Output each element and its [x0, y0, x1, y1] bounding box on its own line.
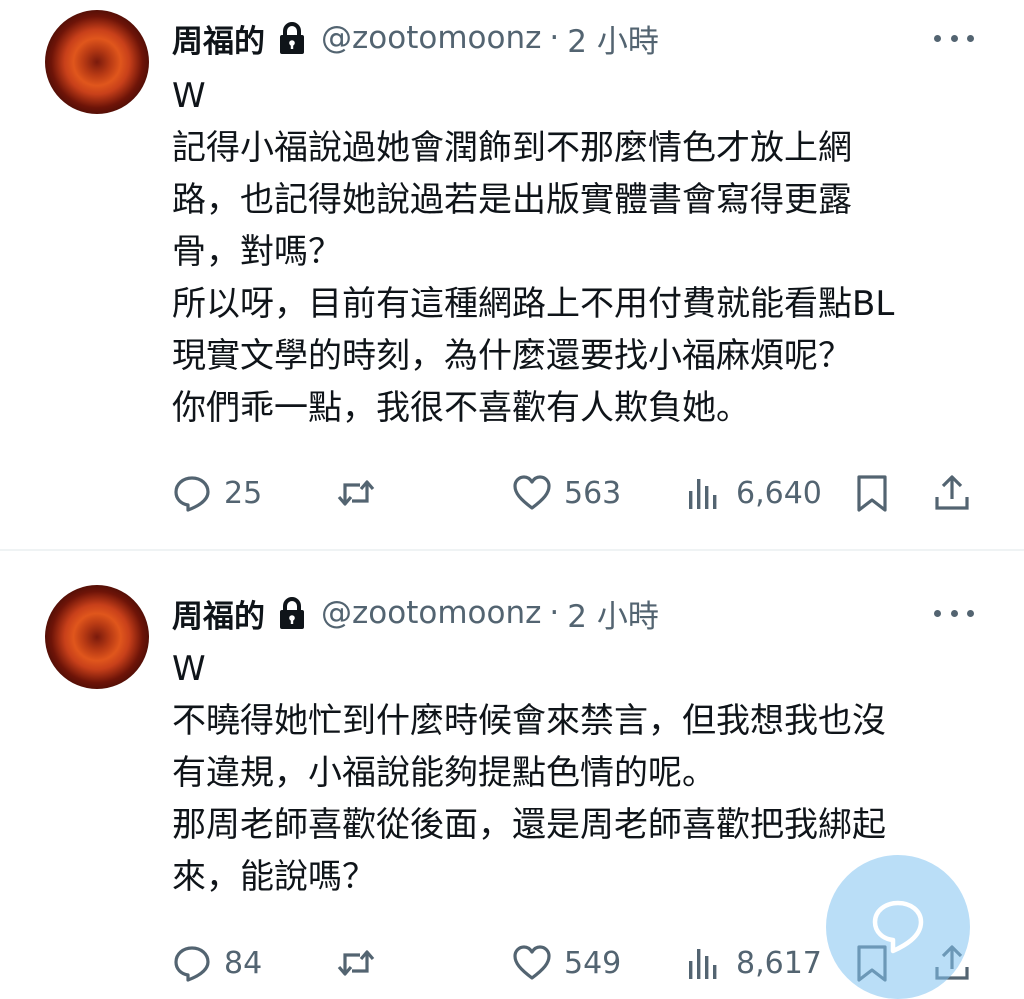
tweet-text-line: W [172, 649, 206, 689]
tweet-timestamp[interactable]: 2 小時 [567, 16, 659, 61]
reply-count: 25 [224, 475, 263, 511]
compose-reply-button[interactable] [826, 855, 970, 999]
tweet-timestamp[interactable]: 2 小時 [567, 591, 659, 636]
share-button[interactable] [932, 468, 972, 518]
header-separator: · [549, 20, 560, 56]
views-count: 6,640 [736, 475, 822, 511]
lock-icon [280, 22, 304, 54]
bookmark-button[interactable] [852, 468, 892, 518]
reply-button[interactable]: 25 [172, 468, 262, 518]
views-button[interactable]: 8,617 [684, 938, 822, 988]
tweet[interactable]: 周福的 @zootomoonz · 2 小時 W 記得小福說過她會潤飾到不那麼情… [0, 0, 1024, 550]
tweet-text-line: 所以呀，目前有這種網路上不用付費就能看點BL [172, 284, 895, 324]
author-name[interactable]: 周福的 [172, 16, 265, 61]
tweet-text-line: 現實文學的時刻，為什麼還要找小福麻煩呢？ [172, 336, 852, 376]
heart-icon [513, 475, 551, 510]
reply-count: 84 [224, 945, 263, 981]
views-icon [689, 949, 717, 979]
views-button[interactable]: 6,640 [684, 468, 822, 518]
reply-icon [174, 476, 210, 512]
reply-icon [174, 946, 210, 982]
more-icon[interactable] [934, 607, 974, 619]
tweet-text-line: W [172, 76, 206, 116]
author-handle[interactable]: @zootomoonz [321, 595, 541, 631]
author-name[interactable]: 周福的 [172, 591, 265, 636]
tweet-text-line: 骨，對嗎？ [172, 232, 342, 272]
like-count: 563 [564, 475, 622, 511]
tweet-header: 周福的 @zootomoonz · 2 小時 [172, 591, 659, 635]
reply-button[interactable]: 84 [172, 938, 262, 988]
compose-reply-icon [872, 900, 924, 954]
tweet-text-line: 記得小福說過她會潤飾到不那麼情色才放上網 [172, 128, 852, 168]
heart-icon [513, 945, 551, 980]
lock-icon [280, 597, 304, 629]
retweet-button[interactable] [336, 468, 376, 518]
views-count: 8,617 [736, 945, 822, 981]
tweet-header: 周福的 @zootomoonz · 2 小時 [172, 16, 659, 60]
tweet-text-line: 你們乖一點，我很不喜歡有人欺負她。 [172, 388, 750, 428]
retweet-icon [337, 480, 375, 506]
header-separator: · [549, 595, 560, 631]
like-button[interactable]: 549 [512, 938, 621, 988]
like-count: 549 [564, 945, 622, 981]
tweet-text: W 記得小福說過她會潤飾到不那麼情色才放上網 路，也記得她說過若是出版實體書會寫… [172, 70, 992, 434]
tweet-text-line: 路，也記得她說過若是出版實體書會寫得更露 [172, 180, 852, 220]
tweet-divider [0, 549, 1024, 551]
retweet-button[interactable] [336, 938, 376, 988]
tweet-text-line: 有違規，小福說能夠提點色情的呢。 [172, 753, 716, 793]
tweet-text-line: 那周老師喜歡從後面，還是周老師喜歡把我綁起 [172, 805, 886, 845]
tweet-text-line: 不曉得她忙到什麼時候會來禁言，但我想我也沒 [172, 701, 886, 741]
share-icon [935, 475, 969, 510]
bookmark-icon [857, 475, 887, 512]
more-icon[interactable] [934, 32, 974, 44]
action-bar: 25 563 6,640 [172, 468, 982, 518]
avatar[interactable] [45, 585, 149, 689]
retweet-icon [337, 950, 375, 976]
avatar[interactable] [45, 10, 149, 114]
author-handle[interactable]: @zootomoonz [321, 20, 541, 56]
like-button[interactable]: 563 [512, 468, 621, 518]
views-icon [689, 479, 717, 509]
